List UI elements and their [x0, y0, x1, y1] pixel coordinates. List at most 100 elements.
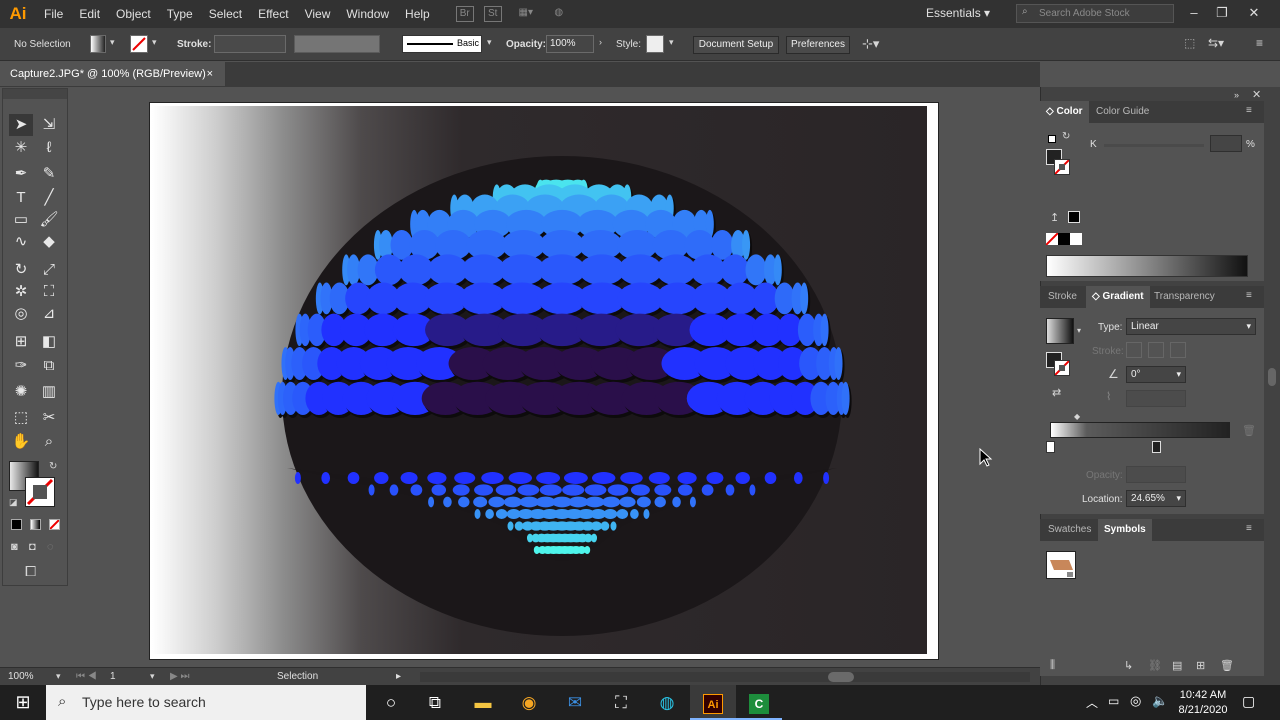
horizontal-scrollbar[interactable] [420, 672, 1030, 682]
zoom-tool-icon[interactable]: ⌕ [37, 431, 61, 453]
tab-gradient[interactable]: ◇ Gradient [1086, 286, 1150, 308]
symbol-thumbnail[interactable] [1046, 551, 1076, 579]
tab-transparency[interactable]: Transparency [1148, 286, 1221, 308]
draw-behind-icon[interactable]: ◘ [29, 541, 36, 553]
placed-image[interactable] [152, 106, 927, 654]
reverse-gradient-icon[interactable]: ⇄ [1052, 386, 1061, 399]
menu-object[interactable]: Object [108, 0, 159, 28]
bridge-icon[interactable]: Br [455, 6, 474, 22]
opacity-input[interactable]: 100% [546, 35, 594, 53]
chevron-down-icon[interactable]: ▾ [152, 37, 157, 48]
notifications-icon[interactable]: ▢ [1242, 693, 1255, 710]
minimize-icon[interactable]: – [1180, 0, 1208, 28]
white-swatch[interactable] [1070, 233, 1082, 245]
chevron-down-icon[interactable]: ▾ [110, 37, 115, 48]
slice-tool-icon[interactable]: ✂ [37, 407, 61, 429]
place-symbol-icon[interactable]: ↳ [1124, 659, 1133, 672]
midpoint-diamond-icon[interactable]: ◆ [1074, 412, 1080, 421]
panel-menu-icon[interactable]: ≡ [1246, 524, 1256, 534]
perspective-grid-tool-icon[interactable]: ⊿ [37, 303, 61, 325]
close-window-icon[interactable]: ✕ [1240, 0, 1268, 28]
chevron-down-icon[interactable]: ▾ [1077, 326, 1081, 335]
menu-edit[interactable]: Edit [71, 0, 108, 28]
pen-tool-icon[interactable]: ✒ [9, 163, 33, 185]
gradient-mode-icon[interactable] [30, 519, 41, 530]
panel-menu-icon[interactable]: ≡ [1246, 291, 1256, 301]
variable-width-profile[interactable] [294, 35, 380, 53]
document-tab[interactable]: Capture2.JPG* @ 100% (RGB/Preview) × [0, 62, 226, 86]
gradient-stop-black[interactable] [1152, 441, 1161, 453]
line-segment-tool-icon[interactable]: ╱ [37, 187, 61, 209]
mesh-tool-icon[interactable]: ⊞ [9, 331, 33, 353]
new-symbol-icon[interactable]: ⊞ [1196, 659, 1205, 672]
scrollbar-thumb[interactable] [828, 672, 854, 682]
task-view-icon[interactable]: ⧉ [412, 685, 458, 720]
menu-select[interactable]: Select [201, 0, 250, 28]
file-explorer-icon[interactable]: ▬ [460, 685, 506, 720]
tab-color[interactable]: ◇ Color [1040, 101, 1089, 123]
stroke-indicator[interactable] [1054, 159, 1070, 175]
stroke-color-box[interactable] [25, 477, 55, 507]
chevron-down-icon[interactable]: ▾ [487, 37, 492, 48]
camtasia-taskbar-icon[interactable]: C [736, 685, 782, 720]
eraser-tool-icon[interactable]: ◆ [37, 231, 61, 253]
aspect-ratio-input[interactable] [1126, 390, 1186, 407]
stroke-apply-across-icon[interactable] [1170, 342, 1186, 358]
show-hidden-icons-icon[interactable]: ︿ [1086, 694, 1098, 711]
location-input[interactable]: 24.65% ▾ [1126, 490, 1186, 507]
lasso-tool-icon[interactable]: ℓ [37, 137, 61, 159]
illustrator-taskbar-icon[interactable]: Ai [690, 685, 736, 720]
tab-stroke[interactable]: Stroke [1042, 286, 1083, 308]
k-slider[interactable] [1104, 144, 1204, 147]
arrange-documents-icon[interactable]: ▦▾ [512, 6, 540, 22]
gradient-slider[interactable] [1050, 422, 1230, 438]
gradient-stop-white[interactable] [1046, 441, 1055, 453]
symbol-sprayer-tool-icon[interactable]: ✺ [9, 381, 33, 403]
default-colors-icon[interactable] [1048, 135, 1056, 143]
color-spectrum[interactable] [1046, 255, 1248, 277]
k-value-input[interactable] [1210, 135, 1242, 152]
menu-window[interactable]: Window [338, 0, 397, 28]
paintbrush-tool-icon[interactable]: 🖌 [37, 209, 61, 231]
stop-opacity-input[interactable] [1126, 466, 1186, 483]
artboard-nav-first-icon[interactable]: ⏮ ◀ [76, 671, 97, 682]
gradient-type-select[interactable]: Linear ▾ [1126, 318, 1256, 335]
shape-builder-tool-icon[interactable]: ◎ [9, 303, 33, 325]
column-graph-tool-icon[interactable]: ▥ [37, 381, 61, 403]
rotate-tool-icon[interactable]: ↻ [9, 259, 33, 281]
selection-tool-icon[interactable]: ➤ [9, 114, 33, 136]
menu-help[interactable]: Help [397, 0, 438, 28]
chevron-right-icon[interactable]: › [599, 37, 602, 47]
artboard-tool-icon[interactable]: ⬚ [9, 407, 33, 429]
out-of-gamut-icon[interactable]: ↥ [1050, 211, 1059, 224]
draw-normal-icon[interactable]: ◙ [11, 541, 18, 553]
network-icon[interactable]: ◎ [1130, 693, 1141, 709]
stroke-weight-input[interactable] [214, 35, 286, 53]
graphic-style-swatch[interactable] [646, 35, 664, 53]
cortana-icon[interactable]: ○ [368, 685, 414, 720]
swap-colors-icon[interactable]: ↻ [1062, 131, 1070, 142]
color-mode-icon[interactable] [11, 519, 22, 530]
stroke-swatch[interactable] [130, 35, 148, 53]
close-panels-icon[interactable]: ✕ [1252, 88, 1261, 101]
delete-symbol-icon[interactable]: 🗑 [1220, 659, 1234, 672]
free-transform-tool-icon[interactable]: ⛶ [37, 281, 61, 303]
transform-icon[interactable]: ⇆▾ [1208, 36, 1224, 50]
rectangle-tool-icon[interactable]: ▭ [9, 209, 33, 231]
chrome-icon[interactable]: ◉ [506, 685, 552, 720]
panel-menu-icon[interactable]: ≡ [1256, 36, 1263, 50]
gradient-stroke-indicator[interactable] [1054, 360, 1070, 376]
gpu-performance-icon[interactable]: ◍ [550, 6, 568, 22]
store-icon[interactable]: ⛶ [598, 685, 644, 720]
none-mode-icon[interactable] [49, 519, 60, 530]
gradient-thumbnail[interactable] [1046, 318, 1074, 344]
shaper-tool-icon[interactable]: ∿ [9, 231, 33, 253]
menu-file[interactable]: File [36, 0, 71, 28]
scale-tool-icon[interactable]: ⤢ [37, 259, 61, 281]
preferences-button[interactable]: Preferences [786, 36, 850, 54]
edge-icon[interactable]: ◍ [644, 685, 690, 720]
tab-swatches[interactable]: Swatches [1042, 519, 1097, 541]
status-menu-icon[interactable]: ▸ [396, 671, 401, 682]
document-setup-button[interactable]: Document Setup [693, 36, 779, 54]
adobe-stock-search-input[interactable]: Search Adobe Stock [1016, 4, 1174, 23]
